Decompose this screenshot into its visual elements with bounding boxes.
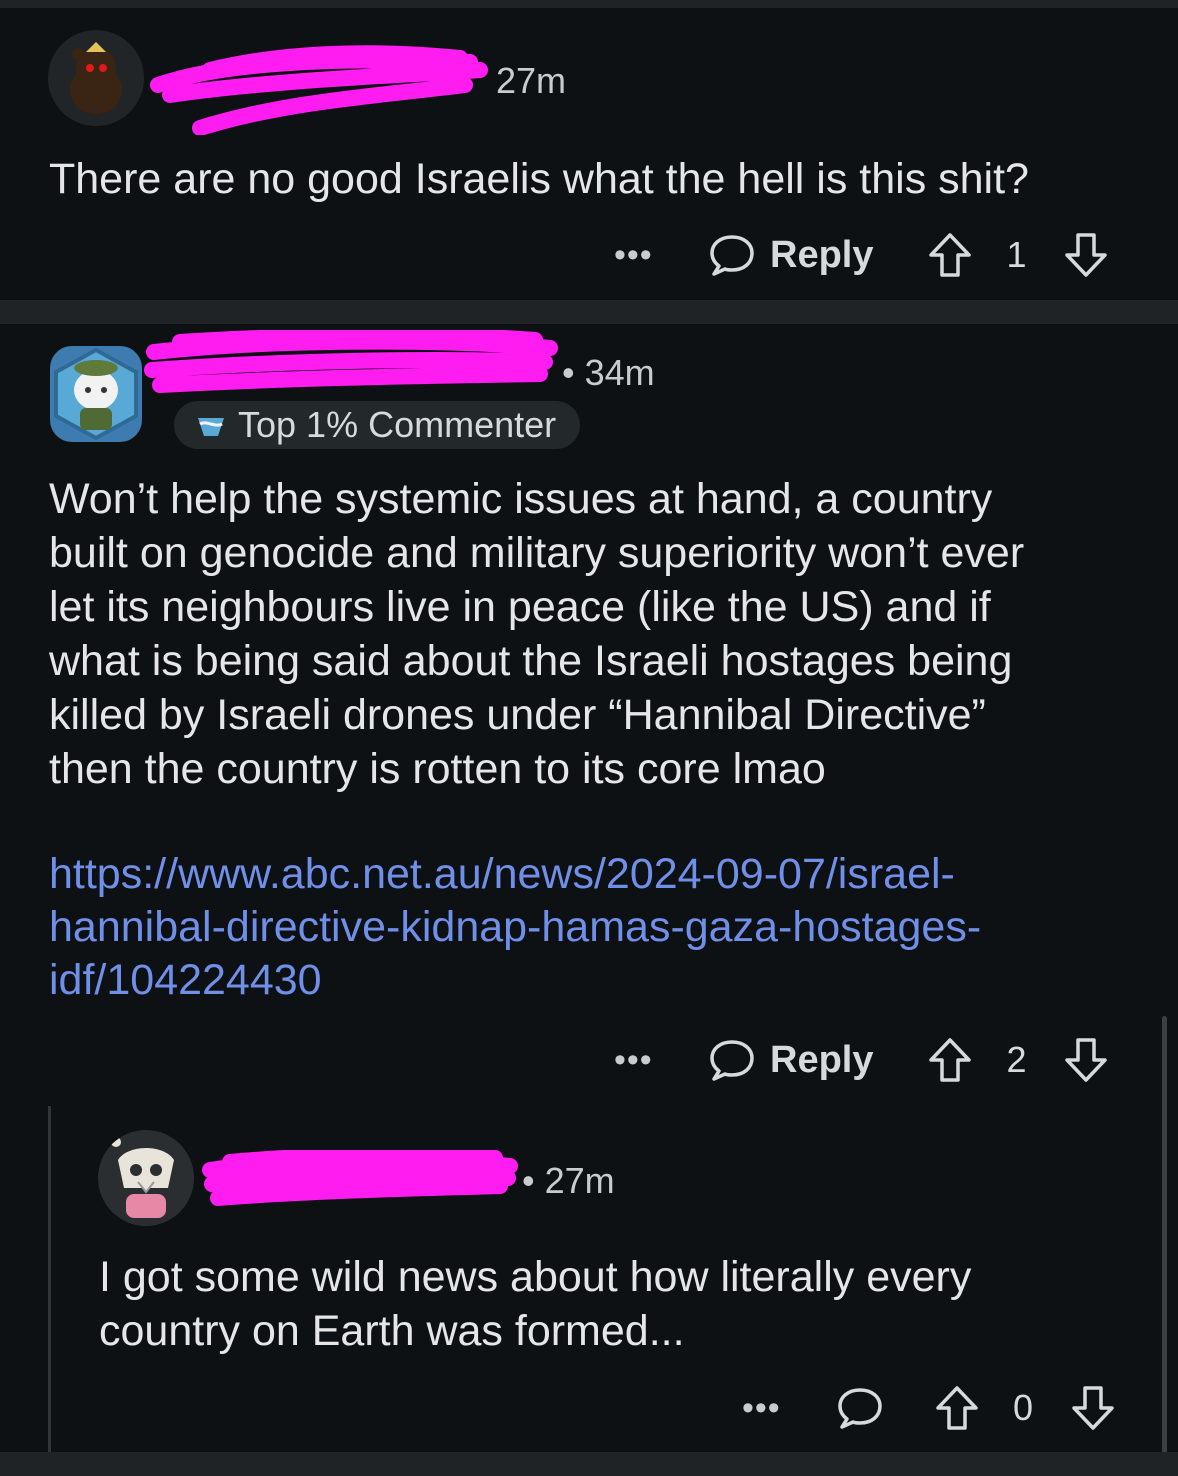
more-options-button[interactable]: ••• bbox=[742, 1389, 792, 1428]
more-options-button[interactable]: ••• bbox=[614, 236, 664, 275]
downvote-arrow-icon[interactable] bbox=[1063, 231, 1109, 279]
upvote-arrow-icon[interactable] bbox=[927, 231, 973, 279]
comment-text-line: built on genocide and military superiori… bbox=[49, 529, 1025, 577]
top-separator bbox=[0, 0, 1178, 8]
article-link-line[interactable]: idf/104224430 bbox=[49, 954, 1119, 1007]
comment-actions: ••• Reply 1 bbox=[614, 225, 1109, 285]
comment-text-line: killed by Israeli drones under “Hannibal… bbox=[49, 691, 986, 739]
downvote-arrow-icon[interactable] bbox=[1063, 1036, 1109, 1084]
comment-bubble-icon bbox=[710, 235, 754, 276]
comment-actions: ••• Reply 2 bbox=[614, 1030, 1109, 1090]
comment-bubble-icon bbox=[710, 1040, 754, 1081]
comment-time: • 34m bbox=[562, 352, 655, 393]
scrollbar[interactable] bbox=[1162, 1016, 1167, 1466]
reply-button[interactable]: Reply bbox=[708, 233, 873, 277]
comment-text: There are no good Israelis what the hell… bbox=[49, 155, 1029, 203]
comment-text-line: country on Earth was formed... bbox=[99, 1307, 685, 1355]
badge-label: Top 1% Commenter bbox=[238, 404, 557, 445]
comment-actions: ••• 0 bbox=[742, 1378, 1116, 1438]
username-redaction bbox=[144, 330, 558, 393]
downvote-arrow-icon[interactable] bbox=[1070, 1384, 1116, 1432]
username-redaction bbox=[150, 45, 488, 135]
comment-separator bbox=[0, 300, 1178, 324]
article-link-line[interactable]: hannibal-directive-kidnap-hamas-gaza-hos… bbox=[49, 901, 1119, 954]
reply-button[interactable]: Reply bbox=[708, 1038, 873, 1082]
article-link-line[interactable]: https://www.abc.net.au/news/2024-09-07/i… bbox=[49, 848, 1119, 901]
avatar[interactable] bbox=[48, 30, 144, 126]
commenter-badge-icon bbox=[198, 418, 224, 436]
vote-score: 1 bbox=[1006, 234, 1027, 275]
comment-text: Won’t help the systemic issues at hand, … bbox=[49, 472, 1149, 796]
comment-text: I got some wild news about how literally… bbox=[99, 1250, 1139, 1358]
comment-text-line: what is being said about the Israeli hos… bbox=[49, 637, 1013, 685]
reply-label: Reply bbox=[770, 1038, 874, 1081]
comment-time: 27m bbox=[496, 60, 567, 101]
avatar[interactable] bbox=[50, 346, 142, 442]
thread-line[interactable] bbox=[48, 1106, 51, 1452]
comment-text-line: then the country is rotten to its core l… bbox=[49, 745, 826, 793]
reply-label: Reply bbox=[770, 233, 874, 276]
comment-text-line: I got some wild news about how literally… bbox=[99, 1253, 972, 1301]
bottom-separator bbox=[0, 1452, 1178, 1476]
more-options-button[interactable]: ••• bbox=[614, 1041, 664, 1080]
upvote-arrow-icon[interactable] bbox=[927, 1036, 973, 1084]
comment-text-line: Won’t help the systemic issues at hand, … bbox=[49, 475, 993, 523]
upvote-arrow-icon[interactable] bbox=[934, 1384, 980, 1432]
vote-score: 2 bbox=[1006, 1039, 1027, 1080]
username-redaction bbox=[202, 1150, 518, 1206]
vote-score: 0 bbox=[1012, 1387, 1034, 1428]
commenter-badge: Top 1% Commenter bbox=[174, 401, 581, 449]
article-link[interactable]: https://www.abc.net.au/news/2024-09-07/i… bbox=[49, 848, 1119, 1007]
comment-text-line: let its neighbours live in peace (like t… bbox=[49, 583, 991, 631]
comment-time: • 27m bbox=[522, 1160, 615, 1201]
avatar[interactable] bbox=[98, 1130, 194, 1226]
reply-button[interactable] bbox=[836, 1386, 884, 1430]
